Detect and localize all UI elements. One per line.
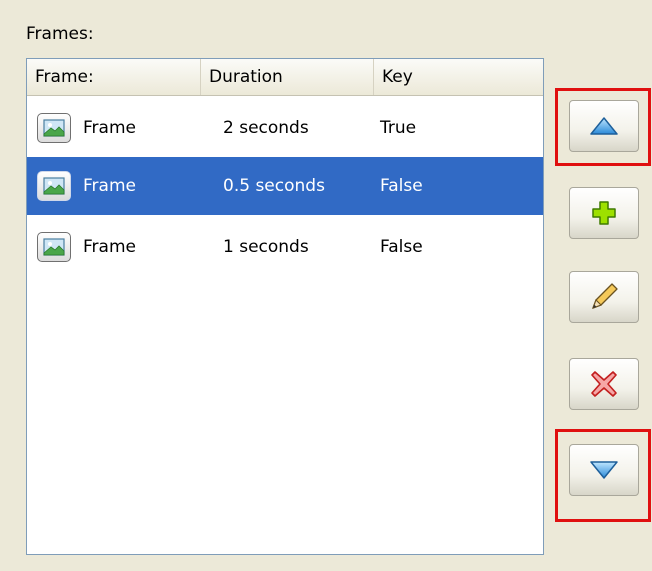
list-header: Frame: Duration Key [27, 59, 543, 96]
delete-x-icon [591, 371, 617, 397]
key-cell: False [380, 237, 423, 257]
duration-cell: 0.5 seconds [223, 176, 325, 196]
add-frame-button[interactable] [569, 187, 639, 239]
frames-list[interactable]: Frame: Duration Key Frame 2 seconds True [26, 58, 544, 555]
arrow-up-icon [590, 117, 618, 135]
plus-icon [592, 201, 616, 225]
delete-frame-button[interactable] [569, 358, 639, 410]
frame-cell: Frame [27, 157, 201, 215]
column-header-duration[interactable]: Duration [201, 59, 374, 95]
key-cell: False [380, 176, 423, 196]
pencil-icon [592, 283, 618, 309]
move-down-button[interactable] [569, 444, 639, 496]
key-cell: True [380, 118, 417, 138]
frames-label: Frames: [26, 24, 94, 44]
image-frame-icon [37, 171, 71, 201]
frame-name: Frame [83, 118, 136, 138]
arrow-down-icon [590, 461, 618, 479]
frame-name: Frame [83, 176, 136, 196]
frame-row-selected[interactable]: Frame 0.5 seconds False [27, 157, 543, 215]
move-up-button[interactable] [569, 100, 639, 152]
image-frame-icon [37, 232, 71, 262]
column-header-frame[interactable]: Frame: [27, 59, 201, 95]
image-frame-icon [37, 113, 71, 143]
frame-cell: Frame [27, 99, 201, 157]
edit-frame-button[interactable] [569, 271, 639, 323]
frame-row[interactable]: Frame 1 seconds False [27, 218, 543, 276]
frame-name: Frame [83, 237, 136, 257]
frame-row[interactable]: Frame 2 seconds True [27, 99, 543, 157]
duration-cell: 2 seconds [223, 118, 309, 138]
frame-cell: Frame [27, 218, 201, 276]
column-header-key[interactable]: Key [374, 59, 543, 95]
duration-cell: 1 seconds [223, 237, 309, 257]
